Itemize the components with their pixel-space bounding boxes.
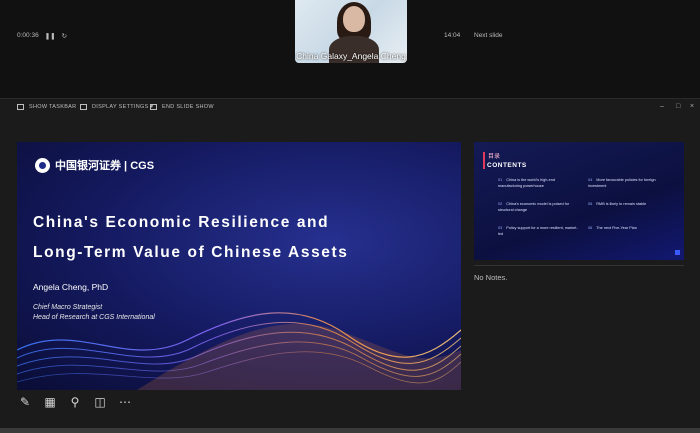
timer-row: 0:00:36 ❚❚ ↻	[17, 32, 67, 40]
toc-number: 05	[588, 202, 593, 206]
toc-item: 05 RMB is likely to remain stable	[588, 202, 668, 208]
slide-title-line1: China's Economic Resilience and	[33, 214, 330, 231]
end-slideshow-label: END SLIDE SHOW	[162, 104, 214, 110]
logo-mark-icon	[35, 157, 50, 173]
toc-number: 01	[498, 178, 503, 182]
logo-text: 中国银河证券 | CGS	[55, 160, 155, 172]
toc-item: 02 China's economic model is poised for …	[498, 202, 578, 213]
company-logo: 中国银河证券 | CGS	[35, 157, 154, 173]
slide-tools: ✎ ▦ ⚲ ◫ ⋯	[17, 394, 133, 410]
close-icon[interactable]: ×	[690, 103, 694, 110]
contents-heading-en: CONTENTS	[487, 162, 527, 169]
pen-icon[interactable]: ✎	[17, 394, 33, 410]
show-taskbar-label: SHOW TASKBAR	[29, 104, 77, 110]
next-slide-thumbnail[interactable]: 目录 CONTENTS 01 China is the world's high…	[474, 142, 684, 260]
participant-name: China Galaxy_Angela Cheng	[296, 51, 406, 61]
meeting-area: China Galaxy_Angela Cheng	[0, 0, 700, 98]
next-slide-label: Next slide	[474, 32, 503, 39]
toc-item: 06 The next Five-Year Plan	[588, 226, 668, 232]
page-marker-icon	[675, 250, 680, 255]
end-slideshow-icon	[150, 104, 157, 110]
show-taskbar-button[interactable]: SHOW TASKBAR	[17, 104, 76, 110]
taskbar-icon	[17, 104, 24, 110]
toc-title: China's economic model is poised for str…	[498, 202, 570, 212]
clock: 14:04	[444, 32, 461, 39]
contents-heading-cn: 目录	[488, 154, 501, 160]
presenter-toolbar: SHOW TASKBAR DISPLAY SETTINGS ▾ END SLID…	[0, 98, 700, 117]
toc-number: 04	[588, 178, 593, 182]
participant-face	[343, 6, 365, 32]
bottom-strip	[0, 428, 700, 433]
toc-title: Policy support for a more resilient, mar…	[498, 226, 578, 236]
end-slideshow-button[interactable]: END SLIDE SHOW	[150, 104, 214, 110]
toc-title: The next Five-Year Plan	[596, 226, 637, 230]
toc-item: 03 Policy support for a more resilient, …	[498, 226, 578, 237]
pause-timer-icon[interactable]: ❚❚	[45, 32, 56, 40]
slide-title-line2: Long-Term Value of Chinese Assets	[33, 244, 349, 261]
camera-toggle-icon[interactable]: ◫	[92, 394, 108, 410]
display-settings-label: DISPLAY SETTINGS ▾	[92, 104, 154, 110]
display-settings-button[interactable]: DISPLAY SETTINGS ▾	[80, 104, 153, 110]
participant-video[interactable]: China Galaxy_Angela Cheng	[295, 0, 407, 63]
wave-graphic	[17, 312, 461, 390]
toc-number: 06	[588, 226, 593, 230]
toc-item: 04 More favourable policies for foreign …	[588, 178, 668, 189]
toc-title: More favourable policies for foreign inv…	[588, 178, 656, 188]
toc-number: 03	[498, 226, 503, 230]
reset-timer-icon[interactable]: ↻	[62, 32, 67, 40]
contents-accent-bar	[483, 152, 485, 169]
speaker-notes: No Notes.	[474, 273, 508, 282]
toc-title: China is the world's high-end manufactur…	[498, 178, 555, 188]
divider	[474, 265, 684, 266]
more-options-icon[interactable]: ⋯	[117, 394, 133, 410]
restore-icon[interactable]: □	[676, 103, 680, 110]
display-icon	[80, 104, 87, 110]
slide-title: China's Economic Resilience and Long-Ter…	[33, 208, 453, 268]
toc-item: 01 China is the world's high-end manufac…	[498, 178, 578, 189]
see-all-slides-icon[interactable]: ▦	[42, 394, 58, 410]
elapsed-timer: 0:00:36	[17, 32, 39, 39]
current-slide[interactable]: 中国银河证券 | CGS China's Economic Resilience…	[17, 142, 461, 390]
minimize-icon[interactable]: –	[660, 103, 664, 110]
zoom-icon[interactable]: ⚲	[67, 394, 83, 410]
toc-number: 02	[498, 202, 503, 206]
toc-title: RMB is likely to remain stable	[596, 202, 647, 206]
